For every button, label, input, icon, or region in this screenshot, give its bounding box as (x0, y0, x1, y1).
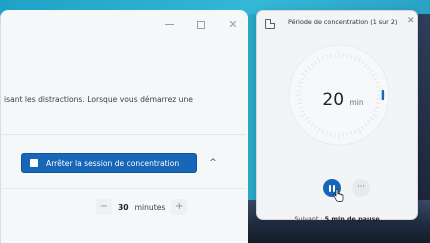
maximize-button[interactable] (193, 18, 209, 32)
more-options-button[interactable]: ··· (352, 179, 370, 197)
chevron-up-icon: ^ (209, 158, 217, 168)
window-controls: ✕ (161, 18, 241, 32)
flyout-title: Période de concentration (1 sur 2) (288, 18, 398, 26)
stop-focus-session-button[interactable]: Arrêter la session de concentration (21, 153, 197, 173)
decrease-duration-button[interactable]: − (96, 199, 112, 215)
duration-value: 30 (118, 202, 129, 212)
flyout-header: Période de concentration (1 sur 2) ✕ (257, 11, 417, 35)
focus-description: isant les distractions. Lorsque vous dém… (4, 95, 193, 104)
duration-stepper: − 30 minutes + (96, 199, 188, 215)
next-break-info: Suivant : 5 min de pause (257, 215, 417, 223)
focus-session-flyout: Période de concentration (1 sur 2) ✕ 20 … (256, 10, 418, 223)
wallpaper-right (418, 14, 430, 214)
stop-focus-session-label: Arrêter la session de concentration (46, 158, 180, 168)
duration-unit: minutes (134, 202, 166, 212)
close-icon: ✕ (228, 18, 238, 31)
maximize-icon (197, 21, 205, 29)
plus-icon: + (175, 201, 184, 212)
increase-duration-button[interactable]: + (171, 199, 188, 215)
timer-unit: min (349, 98, 364, 107)
stop-icon (30, 159, 38, 167)
next-value: 5 min de pause (324, 215, 380, 223)
minimize-icon (164, 24, 174, 25)
pause-icon (329, 184, 331, 192)
more-icon: ··· (357, 182, 365, 191)
card-divider (0, 134, 246, 135)
next-prefix: Suivant : (294, 215, 325, 223)
flyout-close-button[interactable]: ✕ (407, 16, 415, 26)
collapse-button[interactable]: ^ (203, 153, 223, 173)
close-button[interactable]: ✕ (225, 18, 241, 32)
pin-icon[interactable] (265, 19, 275, 29)
duration-divider (0, 188, 246, 189)
minus-icon: − (99, 201, 109, 212)
timer-value: 20 (322, 90, 345, 110)
timer-display: 20 min (313, 90, 373, 110)
close-icon: ✕ (407, 16, 415, 26)
hand-cursor-icon (333, 189, 344, 202)
minimize-button[interactable] (161, 18, 177, 32)
